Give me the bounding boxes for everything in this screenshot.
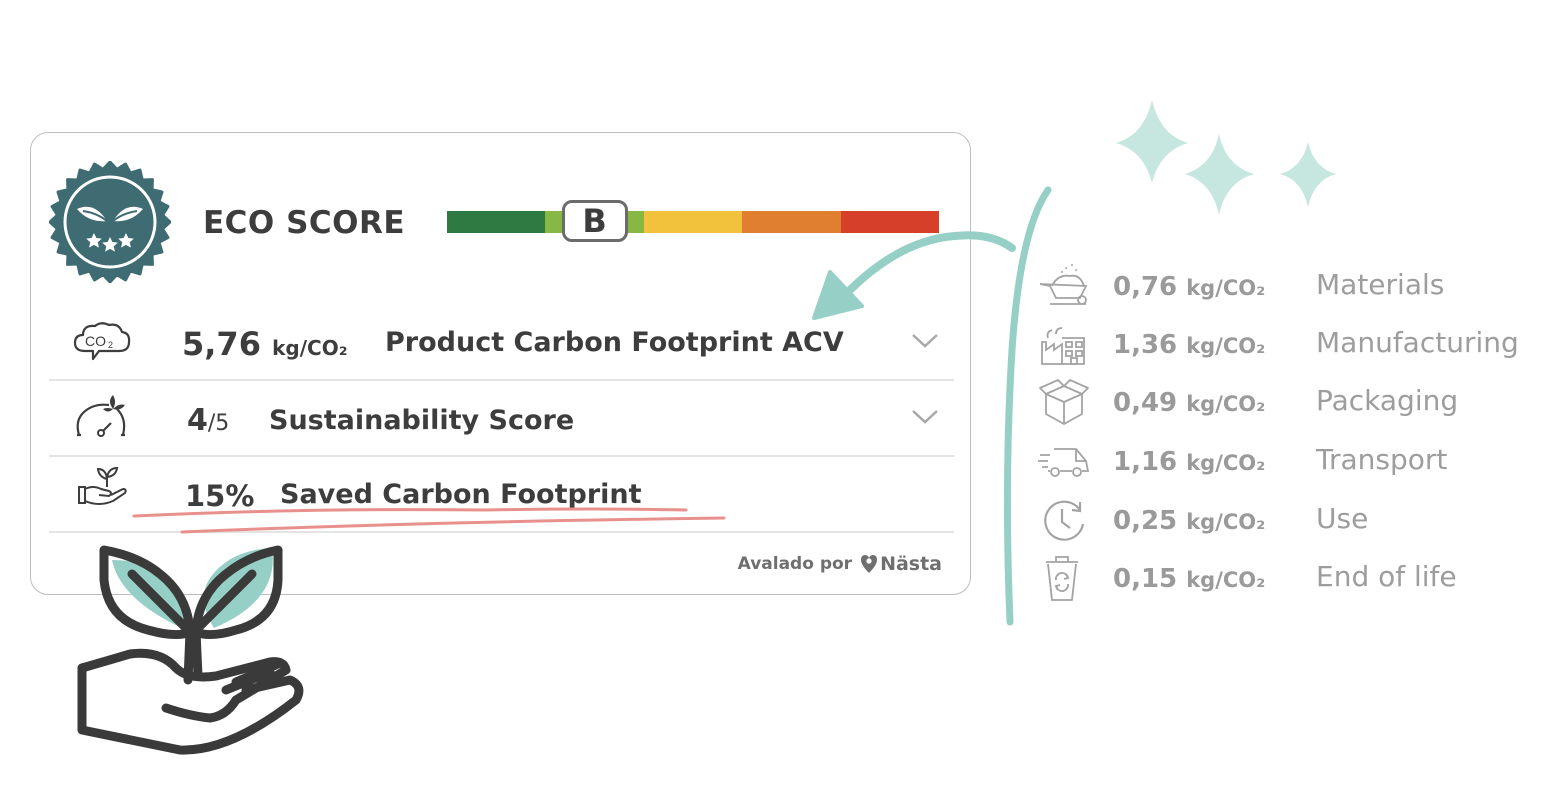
breakdown-label: Manufacturing xyxy=(1316,326,1519,359)
scale-segment xyxy=(840,211,940,233)
location-heart-icon xyxy=(861,555,878,573)
delivery-truck-icon xyxy=(1038,448,1090,477)
sustainability-score-value: 4/5 xyxy=(187,403,229,438)
eco-score-title: ECO SCORE xyxy=(203,205,406,241)
sustainability-score-label: Sustainability Score xyxy=(269,405,575,436)
breakdown-item-use: 0,25 kg/CO₂ Use xyxy=(1036,492,1546,550)
brand-name: Nästa xyxy=(880,553,942,575)
eco-badge-icon xyxy=(49,161,171,283)
saved-carbon-row: 15% Saved Carbon Footprint xyxy=(49,459,954,533)
breakdown-value: 1,16 kg/CO₂ xyxy=(1113,447,1266,477)
sustainability-score-number: 4 xyxy=(187,403,208,438)
breakdown-value: 0,15 kg/CO₂ xyxy=(1113,564,1266,594)
eco-grade-indicator: B xyxy=(561,200,628,242)
breakdown-value: 0,25 kg/CO₂ xyxy=(1113,506,1266,536)
endorsed-by-label: Avalado por xyxy=(737,554,853,574)
eco-score-card: ECO SCORE B CO 2 5,76 kg/CO₂ Product Car… xyxy=(30,132,971,595)
carbon-footprint-number: 5,76 xyxy=(182,325,261,363)
breakdown-item-materials: 0,76 kg/CO₂ Materials xyxy=(1036,258,1546,316)
sustainability-score-row[interactable]: 4/5 Sustainability Score xyxy=(49,383,954,457)
breakdown-item-end-of-life: 0,15 kg/CO₂ End of life xyxy=(1036,550,1546,608)
scale-segment xyxy=(643,211,743,233)
scale-segment xyxy=(742,211,841,233)
breakdown-item-packaging: 0,49 kg/CO₂ Packaging xyxy=(1036,374,1546,432)
scale-segment xyxy=(447,211,546,233)
carbon-footprint-unit: kg/CO₂ xyxy=(272,336,348,360)
breakdown-label: Use xyxy=(1316,502,1369,535)
svg-text:2: 2 xyxy=(108,340,113,350)
recycle-bin-icon xyxy=(1046,556,1078,601)
clock-refresh-icon xyxy=(1044,500,1085,541)
breakdown-label: Transport xyxy=(1316,443,1448,476)
box-icon xyxy=(1039,379,1089,425)
carbon-footprint-label: Product Carbon Footprint ACV xyxy=(385,327,844,358)
breakdown-label: End of life xyxy=(1316,560,1457,593)
breakdown-label: Packaging xyxy=(1316,384,1459,417)
factory-icon xyxy=(1041,327,1085,365)
breakdown-item-transport: 1,16 kg/CO₂ Transport xyxy=(1036,433,1546,491)
breakdown-item-manufacturing: 1,36 kg/CO₂ Manufacturing xyxy=(1036,316,1546,374)
breakdown-value: 0,49 kg/CO₂ xyxy=(1113,388,1266,418)
carbon-footprint-row[interactable]: CO 2 5,76 kg/CO₂ Product Carbon Footprin… xyxy=(49,307,954,381)
eco-score-scale xyxy=(447,211,940,233)
svg-text:CO: CO xyxy=(85,333,106,349)
chevron-down-icon[interactable] xyxy=(910,407,940,427)
saved-carbon-value: 15% xyxy=(185,479,255,513)
saved-carbon-label: Saved Carbon Footprint xyxy=(280,479,642,510)
breakdown-label: Materials xyxy=(1316,268,1445,301)
sustainability-score-max: /5 xyxy=(207,411,230,436)
sparkle-icon xyxy=(1185,134,1254,215)
wheelbarrow-icon xyxy=(1039,264,1088,305)
breakdown-value: 0,76 kg/CO₂ xyxy=(1113,272,1266,302)
chevron-down-icon[interactable] xyxy=(910,331,940,351)
co2-cloud-icon: CO 2 xyxy=(73,322,131,361)
brand-logo[interactable]: Nästa xyxy=(860,553,942,575)
sparkle-icon xyxy=(1280,142,1336,207)
carbon-footprint-value: 5,76 kg/CO₂ xyxy=(182,325,347,363)
breakdown-value: 1,36 kg/CO₂ xyxy=(1113,330,1266,360)
eco-gauge-icon xyxy=(76,395,126,437)
sparkle-icon xyxy=(1116,100,1188,183)
hand-plant-icon xyxy=(78,466,127,505)
endorsement-footer: Avalado por Nästa xyxy=(738,553,942,575)
